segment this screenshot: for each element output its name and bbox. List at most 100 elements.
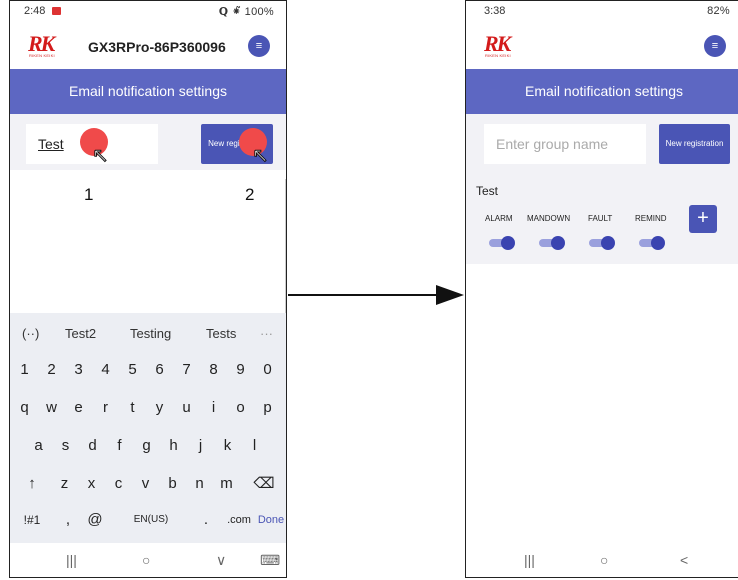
- mandown-label: MANDOWN: [527, 214, 571, 223]
- letter-key-t[interactable]: t: [120, 395, 145, 421]
- letter-key-u[interactable]: u: [174, 395, 199, 421]
- letter-key-x[interactable]: x: [79, 471, 104, 497]
- space-key[interactable]: EN(US): [112, 507, 190, 533]
- more-icon[interactable]: ···: [260, 326, 273, 341]
- symbols-key[interactable]: !#1: [14, 507, 50, 533]
- riken-keiki-logo: RK RIKEN KEIKI: [484, 31, 514, 61]
- mandown-toggle[interactable]: [537, 236, 565, 250]
- status-indicators: 𝗤︎ ⁕̃ 100%: [218, 6, 274, 18]
- asdf-row: asdfghjkl: [10, 433, 286, 459]
- notification-icon: [52, 7, 61, 15]
- status-time: 2:48: [24, 5, 46, 17]
- home-button[interactable]: ○: [142, 552, 150, 568]
- letter-key-i[interactable]: i: [201, 395, 226, 421]
- num-key-3[interactable]: 3: [66, 357, 91, 383]
- riken-keiki-logo: RK RIKEN KEIKI: [28, 31, 58, 61]
- zxcv-row: ↑ ⌫ zxcvbnm: [10, 471, 286, 497]
- period-key[interactable]: .: [194, 507, 218, 533]
- alarm-toggle[interactable]: [487, 236, 515, 250]
- add-email-button[interactable]: +: [689, 205, 717, 233]
- android-nav-bar: ||| ○ <: [466, 543, 738, 577]
- step-label-1: 1: [84, 185, 94, 204]
- letter-key-y[interactable]: y: [147, 395, 172, 421]
- hide-keyboard-button[interactable]: ∨: [216, 552, 226, 569]
- alarm-label: ALARM: [485, 214, 513, 223]
- menu-button[interactable]: ≡: [704, 35, 726, 57]
- suggestion-bar: (··) Test2 Testing Tests ···: [10, 313, 286, 351]
- page-header: Email notification settings: [466, 69, 738, 114]
- letter-key-n[interactable]: n: [187, 471, 212, 497]
- num-key-9[interactable]: 9: [228, 357, 253, 383]
- suggestion-1[interactable]: Test2: [65, 326, 96, 341]
- letter-key-r[interactable]: r: [93, 395, 118, 421]
- letter-key-m[interactable]: m: [214, 471, 239, 497]
- menu-button[interactable]: ≡: [248, 35, 270, 57]
- letter-key-p[interactable]: p: [255, 395, 280, 421]
- letter-key-b[interactable]: b: [160, 471, 185, 497]
- num-key-4[interactable]: 4: [93, 357, 118, 383]
- number-row: 1234567890: [10, 357, 286, 383]
- suggestion-3[interactable]: Tests: [206, 326, 236, 341]
- fault-toggle[interactable]: [587, 236, 615, 250]
- group-entry-row: Enter group name New registration: [466, 114, 738, 170]
- num-key-0[interactable]: 0: [255, 357, 280, 383]
- pointer-cursor-icon: ↖: [92, 145, 110, 168]
- num-key-1[interactable]: 1: [12, 357, 37, 383]
- group-card: Test ALARM MANDOWN FAULT REMIND +: [466, 170, 738, 264]
- device-name: GX3RPro-86P360096: [88, 39, 226, 55]
- letter-key-a[interactable]: a: [26, 433, 51, 459]
- home-button[interactable]: ○: [600, 552, 608, 568]
- letter-key-o[interactable]: o: [228, 395, 253, 421]
- letter-key-s[interactable]: s: [53, 433, 78, 459]
- soft-keyboard: (··) Test2 Testing Tests ··· 1234567890 …: [10, 313, 286, 543]
- phone-screen-after: 3:38 82% RK RIKEN KEIKI ≡ Email notifica…: [465, 0, 738, 578]
- letter-key-z[interactable]: z: [52, 471, 77, 497]
- num-key-6[interactable]: 6: [147, 357, 172, 383]
- remind-toggle[interactable]: [637, 236, 665, 250]
- step-label-2: 2: [245, 185, 255, 204]
- dotcom-key[interactable]: .com: [222, 507, 256, 533]
- recent-apps-button[interactable]: |||: [66, 552, 77, 568]
- letter-key-h[interactable]: h: [161, 433, 186, 459]
- letter-key-l[interactable]: l: [242, 433, 267, 459]
- fault-label: FAULT: [588, 214, 613, 223]
- letter-key-w[interactable]: w: [39, 395, 64, 421]
- status-bar: 3:38 82%: [466, 1, 738, 23]
- num-key-5[interactable]: 5: [120, 357, 145, 383]
- pointer-cursor-icon: ↖: [252, 145, 270, 168]
- done-key[interactable]: Done: [256, 507, 286, 533]
- remind-label: REMIND: [635, 214, 667, 223]
- letter-key-q[interactable]: q: [12, 395, 37, 421]
- qwerty-row: qwertyuiop: [10, 395, 286, 421]
- app-bar: RK RIKEN KEIKI ≡: [466, 23, 738, 69]
- at-key[interactable]: @: [83, 507, 107, 533]
- num-key-2[interactable]: 2: [39, 357, 64, 383]
- num-key-7[interactable]: 7: [174, 357, 199, 383]
- letter-key-d[interactable]: d: [80, 433, 105, 459]
- keyboard-switch-icon[interactable]: ⌨: [260, 552, 280, 569]
- num-key-8[interactable]: 8: [201, 357, 226, 383]
- status-bar: 2:48 𝗤︎ ⁕̃ 100%: [10, 1, 286, 23]
- letter-key-e[interactable]: e: [66, 395, 91, 421]
- comma-key[interactable]: ,: [56, 507, 80, 533]
- logo-subtext: RIKEN KEIKI: [29, 53, 55, 58]
- transition-arrow-line: [288, 294, 438, 296]
- new-registration-button[interactable]: New registration: [659, 124, 730, 164]
- back-button[interactable]: <: [680, 552, 688, 568]
- app-bar: RK RIKEN KEIKI GX3RPro-86P360096 ≡: [10, 23, 286, 69]
- emoji-icon[interactable]: (··): [22, 326, 39, 341]
- backspace-key[interactable]: ⌫: [250, 471, 278, 497]
- letter-key-v[interactable]: v: [133, 471, 158, 497]
- letter-key-c[interactable]: c: [106, 471, 131, 497]
- scroll-edge: [285, 179, 286, 313]
- letter-key-g[interactable]: g: [134, 433, 159, 459]
- letter-key-j[interactable]: j: [188, 433, 213, 459]
- transition-arrow-head-icon: [436, 285, 464, 305]
- letter-key-f[interactable]: f: [107, 433, 132, 459]
- suggestion-2[interactable]: Testing: [130, 326, 171, 341]
- shift-key[interactable]: ↑: [18, 471, 46, 497]
- group-name-input[interactable]: Enter group name: [484, 124, 646, 164]
- status-indicators: 82%: [707, 5, 730, 17]
- letter-key-k[interactable]: k: [215, 433, 240, 459]
- recent-apps-button[interactable]: |||: [524, 552, 535, 568]
